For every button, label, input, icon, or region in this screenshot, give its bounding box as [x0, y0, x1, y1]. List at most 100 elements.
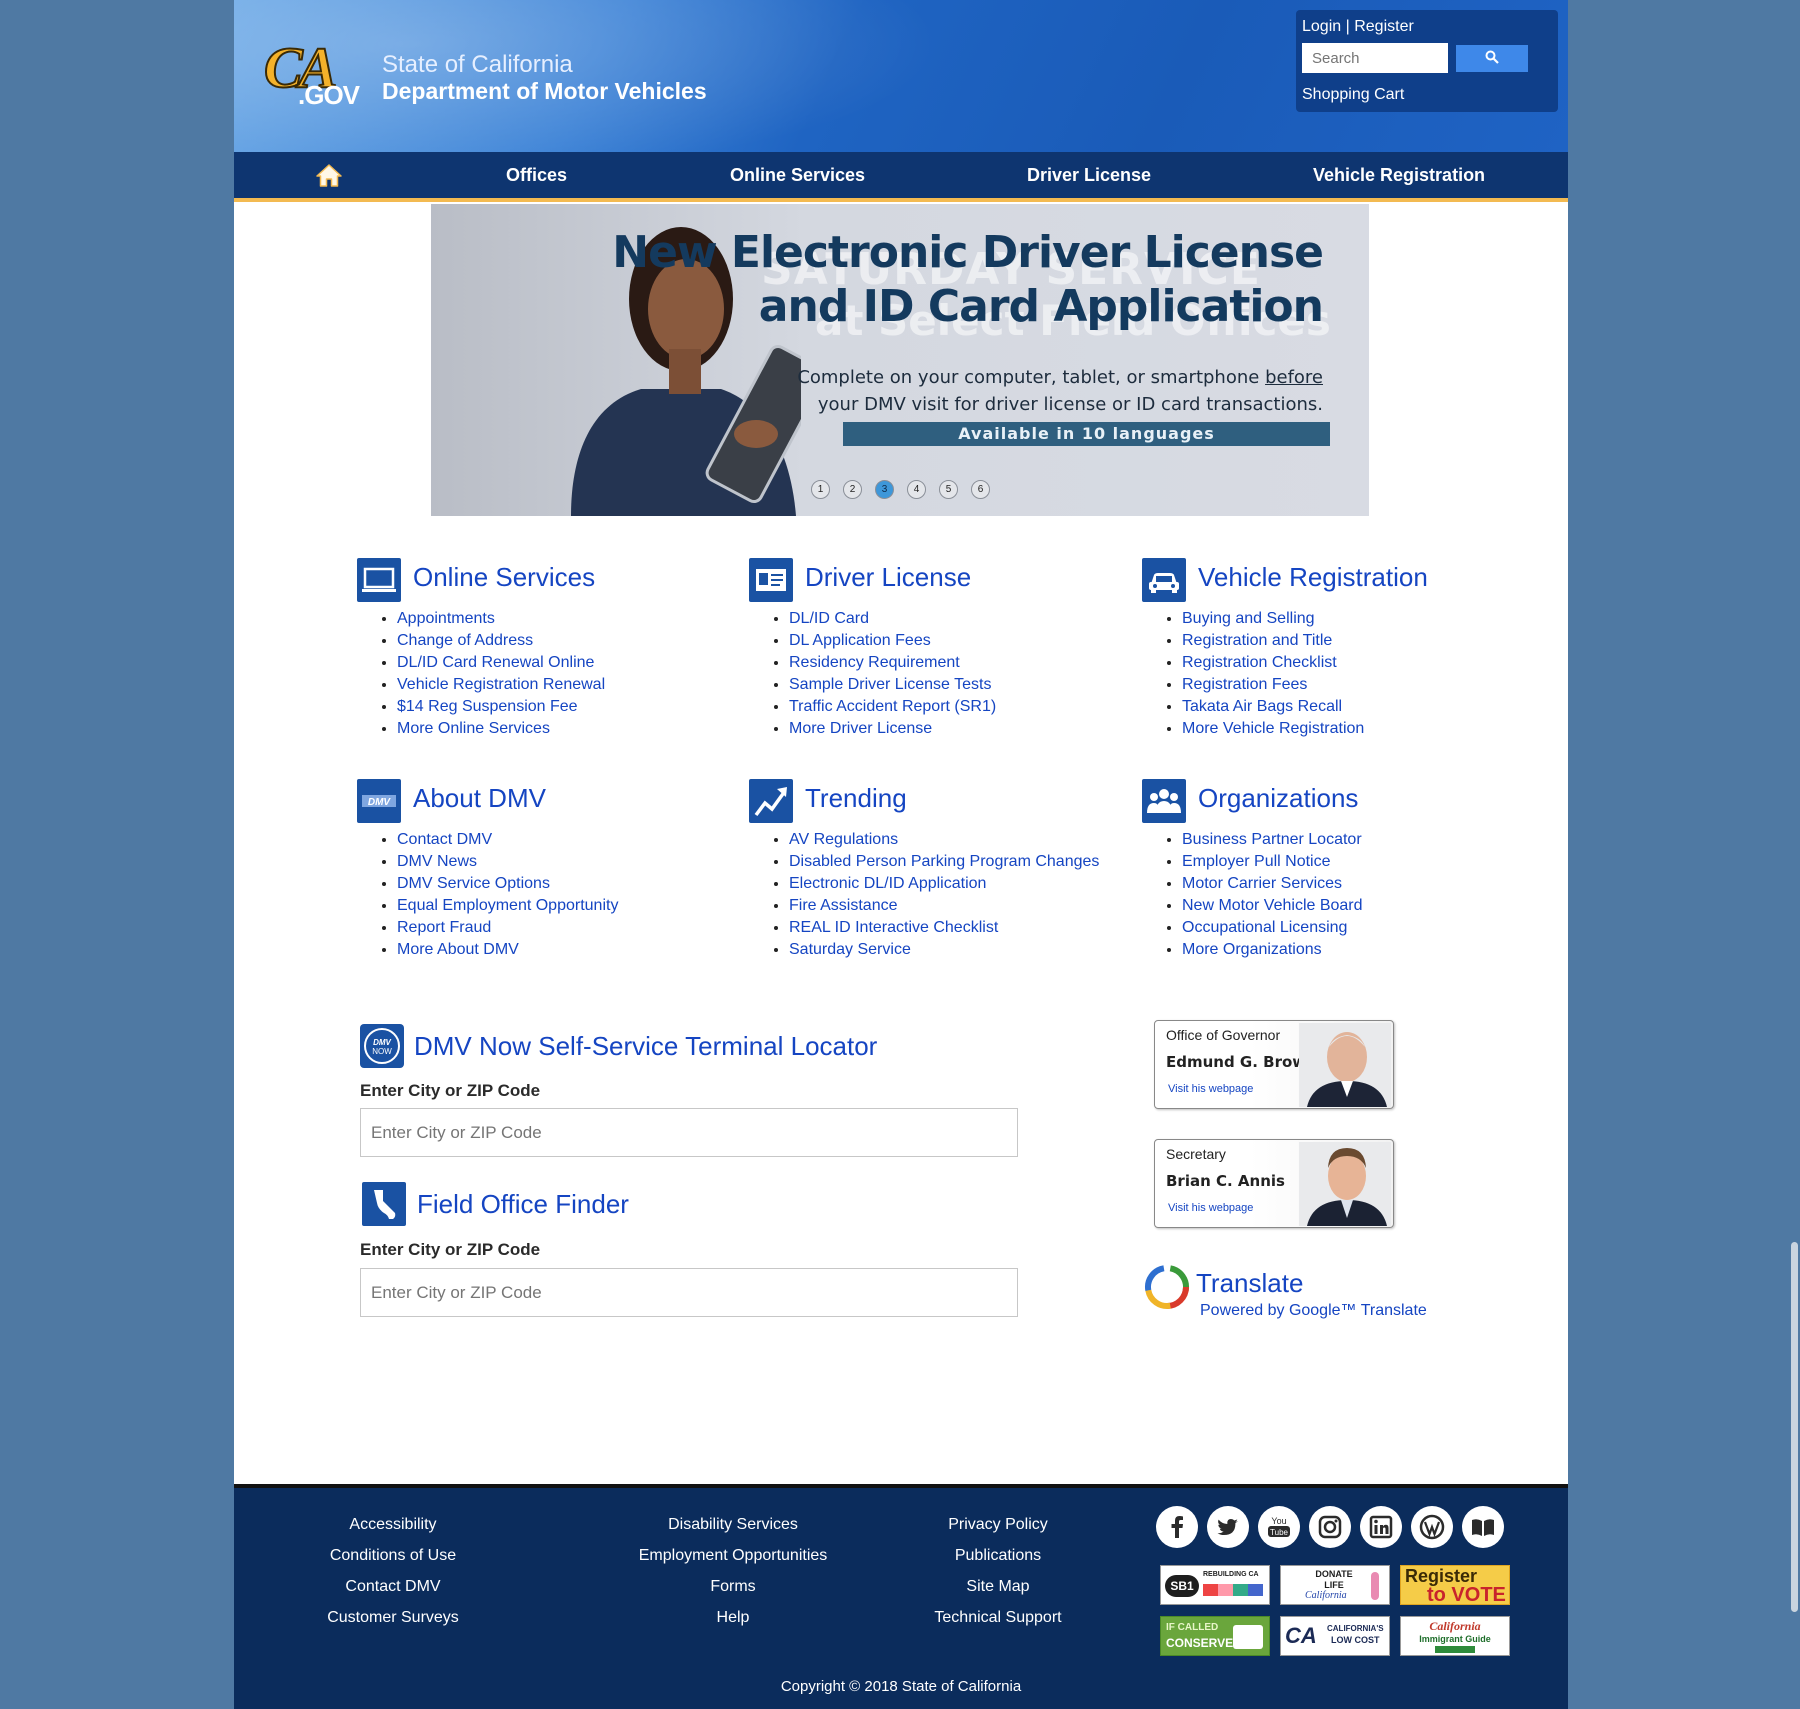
- section-title[interactable]: Driver License: [805, 562, 971, 593]
- section-link[interactable]: DMV News: [397, 851, 618, 873]
- section-link[interactable]: Vehicle Registration Renewal: [397, 674, 605, 696]
- register-to-vote-badge[interactable]: Register to VOTE: [1400, 1565, 1510, 1605]
- section-link[interactable]: Registration Checklist: [1182, 652, 1364, 674]
- carousel-dot-4[interactable]: 4: [907, 480, 926, 499]
- section-link[interactable]: DL Application Fees: [789, 630, 996, 652]
- section-link[interactable]: Electronic DL/ID Application: [789, 873, 1099, 895]
- footer-link-disability[interactable]: Disability Services: [598, 1516, 868, 1534]
- section-link[interactable]: Employer Pull Notice: [1182, 851, 1363, 873]
- field-office-zip-input[interactable]: [360, 1268, 1018, 1317]
- login-link[interactable]: Login: [1302, 18, 1341, 35]
- section-link[interactable]: Business Partner Locator: [1182, 829, 1363, 851]
- footer-link-surveys[interactable]: Customer Surveys: [293, 1609, 493, 1627]
- section-title[interactable]: Online Services: [413, 562, 595, 593]
- section-link[interactable]: More Organizations: [1182, 939, 1363, 961]
- footer-link-forms[interactable]: Forms: [598, 1578, 868, 1596]
- field-office-title[interactable]: Field Office Finder: [417, 1189, 629, 1220]
- utility-box: Login | Register Shopping Cart: [1296, 10, 1558, 112]
- governor-card[interactable]: Office of Governor Edmund G. Brown Jr. V…: [1154, 1020, 1394, 1109]
- carousel-dot-2[interactable]: 2: [843, 480, 862, 499]
- book-icon[interactable]: [1462, 1506, 1504, 1548]
- section-link[interactable]: Equal Employment Opportunity: [397, 895, 618, 917]
- translate-title[interactable]: Translate: [1196, 1268, 1303, 1299]
- translate-subtitle[interactable]: Powered by Google™ Translate: [1200, 1302, 1427, 1320]
- section-title[interactable]: Organizations: [1198, 783, 1358, 814]
- section-title[interactable]: Trending: [805, 783, 907, 814]
- section-link[interactable]: Occupational Licensing: [1182, 917, 1363, 939]
- section-link[interactable]: Appointments: [397, 608, 605, 630]
- section-link[interactable]: REAL ID Interactive Checklist: [789, 917, 1099, 939]
- footer-link-help[interactable]: Help: [598, 1609, 868, 1627]
- section-link[interactable]: Report Fraud: [397, 917, 618, 939]
- logo-gov: .GOV: [298, 80, 360, 110]
- nav-offices[interactable]: Offices: [506, 152, 567, 198]
- register-link[interactable]: Register: [1354, 18, 1414, 35]
- dmv-now-title[interactable]: DMV Now Self-Service Terminal Locator: [414, 1031, 877, 1062]
- footer-link-sitemap[interactable]: Site Map: [898, 1578, 1098, 1596]
- site-title[interactable]: State of California Department of Motor …: [382, 52, 707, 105]
- search-button[interactable]: [1456, 45, 1528, 72]
- footer-link-employment[interactable]: Employment Opportunities: [598, 1547, 868, 1565]
- section-link[interactable]: DL/ID Card: [789, 608, 996, 630]
- google-translate-icon[interactable]: [1144, 1264, 1190, 1310]
- carousel-dot-5[interactable]: 5: [939, 480, 958, 499]
- section-link[interactable]: Motor Carrier Services: [1182, 873, 1363, 895]
- section-link[interactable]: Takata Air Bags Recall: [1182, 696, 1364, 718]
- section-link[interactable]: More Driver License: [789, 718, 996, 740]
- section-link[interactable]: AV Regulations: [789, 829, 1099, 851]
- footer-link-support[interactable]: Technical Support: [898, 1609, 1098, 1627]
- section-link[interactable]: More Online Services: [397, 718, 605, 740]
- section-link[interactable]: Buying and Selling: [1182, 608, 1364, 630]
- wordpress-icon[interactable]: [1411, 1506, 1453, 1548]
- carousel-dot-6[interactable]: 6: [971, 480, 990, 499]
- section-link[interactable]: DL/ID Card Renewal Online: [397, 652, 605, 674]
- section-link[interactable]: Residency Requirement: [789, 652, 996, 674]
- secretary-card[interactable]: Secretary Brian C. Annis Visit his webpa…: [1154, 1139, 1394, 1228]
- footer-link-contact[interactable]: Contact DMV: [293, 1578, 493, 1596]
- shopping-cart-link[interactable]: Shopping Cart: [1302, 86, 1404, 104]
- section-link[interactable]: $14 Reg Suspension Fee: [397, 696, 605, 718]
- home-icon[interactable]: [316, 163, 342, 187]
- governor-webpage-link[interactable]: Visit his webpage: [1168, 1083, 1253, 1095]
- section-link[interactable]: Change of Address: [397, 630, 605, 652]
- donate-life-badge[interactable]: DONATE LIFE California: [1280, 1565, 1390, 1605]
- section-link[interactable]: DMV Service Options: [397, 873, 618, 895]
- section-link[interactable]: More About DMV: [397, 939, 618, 961]
- nav-online-services[interactable]: Online Services: [730, 152, 865, 198]
- footer-link-privacy[interactable]: Privacy Policy: [898, 1516, 1098, 1534]
- facebook-icon[interactable]: [1156, 1506, 1198, 1548]
- section-title[interactable]: About DMV: [413, 783, 546, 814]
- sb1-rebuilding-ca-badge[interactable]: SB1 REBUILDING CA: [1160, 1565, 1270, 1605]
- search-input[interactable]: [1302, 43, 1448, 73]
- footer-link-accessibility[interactable]: Accessibility: [293, 1516, 493, 1534]
- instagram-icon[interactable]: [1309, 1506, 1351, 1548]
- dmv-now-zip-input[interactable]: [360, 1108, 1018, 1157]
- linkedin-icon[interactable]: [1360, 1506, 1402, 1548]
- section-title[interactable]: Vehicle Registration: [1198, 562, 1428, 593]
- section-link[interactable]: Registration and Title: [1182, 630, 1364, 652]
- footer-link-conditions[interactable]: Conditions of Use: [293, 1547, 493, 1565]
- section-link[interactable]: Disabled Person Parking Program Changes: [789, 851, 1099, 873]
- section-link[interactable]: Saturday Service: [789, 939, 1099, 961]
- section-link[interactable]: Contact DMV: [397, 829, 618, 851]
- section-link[interactable]: More Vehicle Registration: [1182, 718, 1364, 740]
- if-called-conserve-badge[interactable]: IF CALLED CONSERVE: [1160, 1616, 1270, 1656]
- nav-driver-license[interactable]: Driver License: [1027, 152, 1151, 198]
- nav-vehicle-registration[interactable]: Vehicle Registration: [1313, 152, 1485, 198]
- carousel-dot-1[interactable]: 1: [811, 480, 830, 499]
- section-link[interactable]: New Motor Vehicle Board: [1182, 895, 1363, 917]
- twitter-icon[interactable]: [1207, 1506, 1249, 1548]
- secretary-webpage-link[interactable]: Visit his webpage: [1168, 1202, 1253, 1214]
- low-cost-auto-insurance-badge[interactable]: CA CALIFORNIA'S LOW COST: [1280, 1616, 1390, 1656]
- carousel-dot-3[interactable]: 3: [875, 480, 894, 499]
- scrollbar-thumb[interactable]: [1791, 1242, 1798, 1612]
- hero-carousel[interactable]: SATURDAY SERVICE at Select Field Offices…: [431, 204, 1369, 516]
- footer-link-publications[interactable]: Publications: [898, 1547, 1098, 1565]
- section-link[interactable]: Registration Fees: [1182, 674, 1364, 696]
- youtube-icon[interactable]: You Tube: [1258, 1506, 1300, 1548]
- section-link[interactable]: Traffic Accident Report (SR1): [789, 696, 996, 718]
- ca-gov-logo[interactable]: CA .GOV: [263, 34, 360, 118]
- immigrant-guide-badge[interactable]: California Immigrant Guide: [1400, 1616, 1510, 1656]
- section-link[interactable]: Fire Assistance: [789, 895, 1099, 917]
- section-link[interactable]: Sample Driver License Tests: [789, 674, 996, 696]
